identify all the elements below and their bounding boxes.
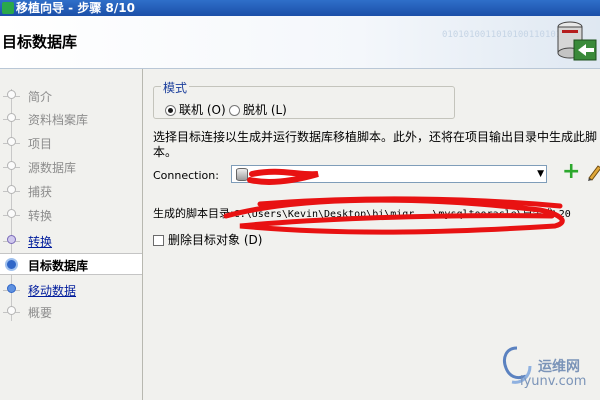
step-label: 简介 <box>28 90 53 104</box>
script-dir-label: 生成的脚本目录: <box>153 207 234 220</box>
step-label: 源数据库 <box>28 161 77 175</box>
radio-selected-icon <box>165 105 176 116</box>
page-title: 目标数据库 <box>2 33 78 51</box>
offline-radio[interactable]: 脱机 (L) <box>229 101 287 118</box>
step-project[interactable]: 项目 <box>0 132 142 154</box>
database-transfer-icon <box>557 21 597 61</box>
step-node-icon <box>7 306 16 315</box>
window-title-bar: 移植向导 - 步骤 8/10 <box>0 0 600 16</box>
connection-select[interactable]: ▼ <box>231 165 547 183</box>
script-directory: 生成的脚本目录:C:\Users\Kevin\Desktop\bi\migr..… <box>153 205 571 221</box>
checkbox-box <box>153 235 164 246</box>
radio-unselected-icon <box>229 105 240 116</box>
online-radio-label: 联机 (O) <box>179 103 226 117</box>
step-translate[interactable]: 转换 <box>0 230 142 252</box>
step-capture[interactable]: 捕获 <box>0 180 142 202</box>
mode-legend: 模式 <box>161 79 190 96</box>
step-target-database[interactable]: 目标数据库 <box>0 253 142 275</box>
drop-target-label: 删除目标对象 (D) <box>168 233 263 247</box>
step-node-icon <box>7 90 16 99</box>
step-repository[interactable]: 资料档案库 <box>0 108 142 130</box>
step-label: 目标数据库 <box>28 259 89 273</box>
step-summary[interactable]: 概要 <box>0 301 142 323</box>
step-move-data[interactable]: 移动数据 <box>0 279 142 301</box>
step-node-icon <box>7 113 16 122</box>
step-label: 项目 <box>28 137 53 151</box>
app-icon <box>2 2 14 14</box>
page-header: 目标数据库 0101010011010100110101010 <box>0 16 600 69</box>
database-icon <box>236 168 248 181</box>
step-label: 移动数据 <box>28 284 77 298</box>
drop-target-objects-checkbox[interactable]: 删除目标对象 (D) <box>153 231 262 248</box>
step-source-database[interactable]: 源数据库 <box>0 156 142 178</box>
offline-radio-label: 脱机 (L) <box>243 103 287 117</box>
step-node-icon <box>7 137 16 146</box>
connection-label: Connection: <box>153 169 219 182</box>
step-label: 转换 <box>28 235 53 249</box>
step-node-icon <box>7 235 16 244</box>
step-label: 捕获 <box>28 185 53 199</box>
script-dir-path: C:\Users\Kevin\Desktop\bi\migr...\mysqlt… <box>233 209 571 220</box>
step-label: 转换 <box>28 209 53 223</box>
step-label: 资料档案库 <box>28 113 89 127</box>
window-title: 移植向导 - 步骤 8/10 <box>16 1 135 15</box>
step-node-icon <box>7 161 16 170</box>
watermark-brand: 运维网 <box>538 359 580 375</box>
dropdown-arrow-icon: ▼ <box>537 169 544 179</box>
description-text: 选择目标连接以生成并运行数据库移植脚本。此外，还将在项目输出目录中生成此脚本。 <box>153 130 598 159</box>
edit-connection-pencil-icon[interactable] <box>586 163 600 181</box>
wizard-steps-sidebar: 简介 资料档案库 项目 源数据库 捕获 转换 转换 目标数据库 移动数据 概要 <box>0 69 143 400</box>
watermark-url: iyunv.com <box>520 374 587 389</box>
online-radio[interactable]: 联机 (O) <box>165 101 226 118</box>
step-current-icon <box>5 258 18 271</box>
step-convert[interactable]: 转换 <box>0 204 142 226</box>
step-node-icon <box>7 209 16 218</box>
step-label: 概要 <box>28 306 53 320</box>
step-node-icon <box>7 284 16 293</box>
step-node-icon <box>7 185 16 194</box>
add-connection-button[interactable]: + <box>562 161 580 183</box>
step-intro[interactable]: 简介 <box>0 85 142 107</box>
